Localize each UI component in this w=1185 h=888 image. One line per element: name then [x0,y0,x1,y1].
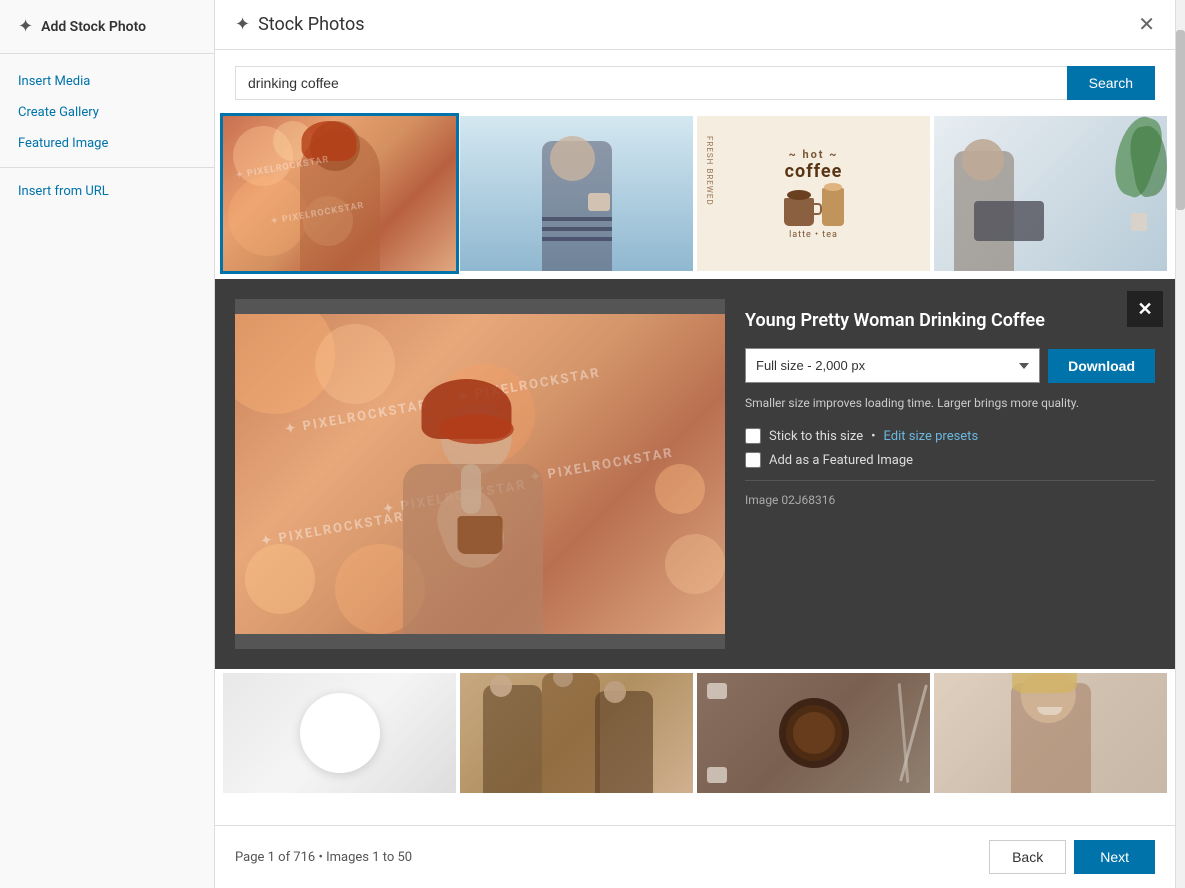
next-button[interactable]: Next [1074,840,1155,874]
bottom-thumb-2[interactable] [460,673,693,793]
search-area: Search [215,50,1175,116]
content-area: Search ✦ PIXELROCKSTAR ✦ PIXELR [215,50,1175,825]
search-input[interactable] [235,66,1067,100]
image-grid-bottom [215,669,1175,793]
footer-buttons: Back Next [989,840,1155,874]
size-select[interactable]: Full size - 2,000 px Large - 1,024 px Me… [745,348,1040,383]
scrollbar[interactable] [1175,0,1185,888]
image-thumb-3[interactable]: ~ hot ~ coffee [697,116,930,271]
watermark-5: ✦ PIXELROCKSTAR [529,445,675,485]
stick-to-size-label: Stick to this size [769,429,863,444]
sidebar-item-create-gallery[interactable]: Create Gallery [0,97,214,128]
bottom-thumb-4[interactable] [934,673,1167,793]
detail-panel: ✕ [215,279,1175,669]
scrollbar-thumb[interactable] [1176,30,1185,210]
sidebar: ✦ Add Stock Photo Insert Media Create Ga… [0,0,215,888]
bottom-thumb-1[interactable] [223,673,456,793]
detail-close-button[interactable]: ✕ [1127,291,1163,327]
bullet-separator: • [871,429,875,444]
image-thumb-1[interactable]: ✦ PIXELROCKSTAR ✦ PIXELROCKSTAR [223,116,456,271]
size-hint: Smaller size improves loading time. Larg… [745,395,1155,412]
close-button[interactable]: ✕ [1138,15,1155,35]
stick-to-size-checkbox[interactable] [745,428,761,444]
sidebar-item-insert-url[interactable]: Insert from URL [0,176,214,207]
sidebar-nav: Insert Media Create Gallery Featured Ima… [0,54,214,219]
featured-image-checkbox[interactable] [745,452,761,468]
detail-divider [745,480,1155,481]
stick-to-size-row: Stick to this size • Edit size presets [745,428,1155,444]
image-grid-top: ✦ PIXELROCKSTAR ✦ PIXELROCKSTAR [215,116,1175,279]
dialog-header: ✦ Stock Photos ✕ [215,0,1175,50]
star-icon: ✦ [18,16,33,37]
footer: Page 1 of 716 • Images 1 to 50 Back Next [215,825,1175,888]
sidebar-divider [0,167,214,168]
sidebar-item-featured-image[interactable]: Featured Image [0,128,214,159]
detail-image-container: ✦ PIXELROCKSTAR ✦ PIXELROCKSTAR ✦ PIXELR… [235,299,725,649]
footer-page-info: Page 1 of 716 • Images 1 to 50 [235,850,412,865]
sidebar-item-insert-media[interactable]: Insert Media [0,66,214,97]
search-button[interactable]: Search [1067,66,1155,100]
detail-image-preview: ✦ PIXELROCKSTAR ✦ PIXELROCKSTAR ✦ PIXELR… [235,314,725,634]
featured-image-label: Add as a Featured Image [769,453,913,468]
size-download-row: Full size - 2,000 px Large - 1,024 px Me… [745,348,1155,383]
sidebar-header: ✦ Add Stock Photo [0,0,214,54]
download-button[interactable]: Download [1048,349,1155,383]
dialog-star-icon: ✦ [235,14,250,35]
sidebar-title: Add Stock Photo [41,19,146,35]
detail-info: Young Pretty Woman Drinking Coffee Full … [745,299,1155,649]
image-id: Image 02J68316 [745,493,1155,507]
image-thumb-2[interactable] [460,116,693,271]
featured-image-row: Add as a Featured Image [745,452,1155,468]
edit-size-presets-link[interactable]: Edit size presets [884,429,979,444]
dialog-title-area: ✦ Stock Photos [235,14,365,35]
dialog-title: Stock Photos [258,14,364,35]
image-thumb-4[interactable] [934,116,1167,271]
bottom-thumb-3[interactable] [697,673,930,793]
image-title: Young Pretty Woman Drinking Coffee [745,309,1155,332]
main-panel: ✦ Stock Photos ✕ Search [215,0,1175,888]
back-button[interactable]: Back [989,840,1066,874]
